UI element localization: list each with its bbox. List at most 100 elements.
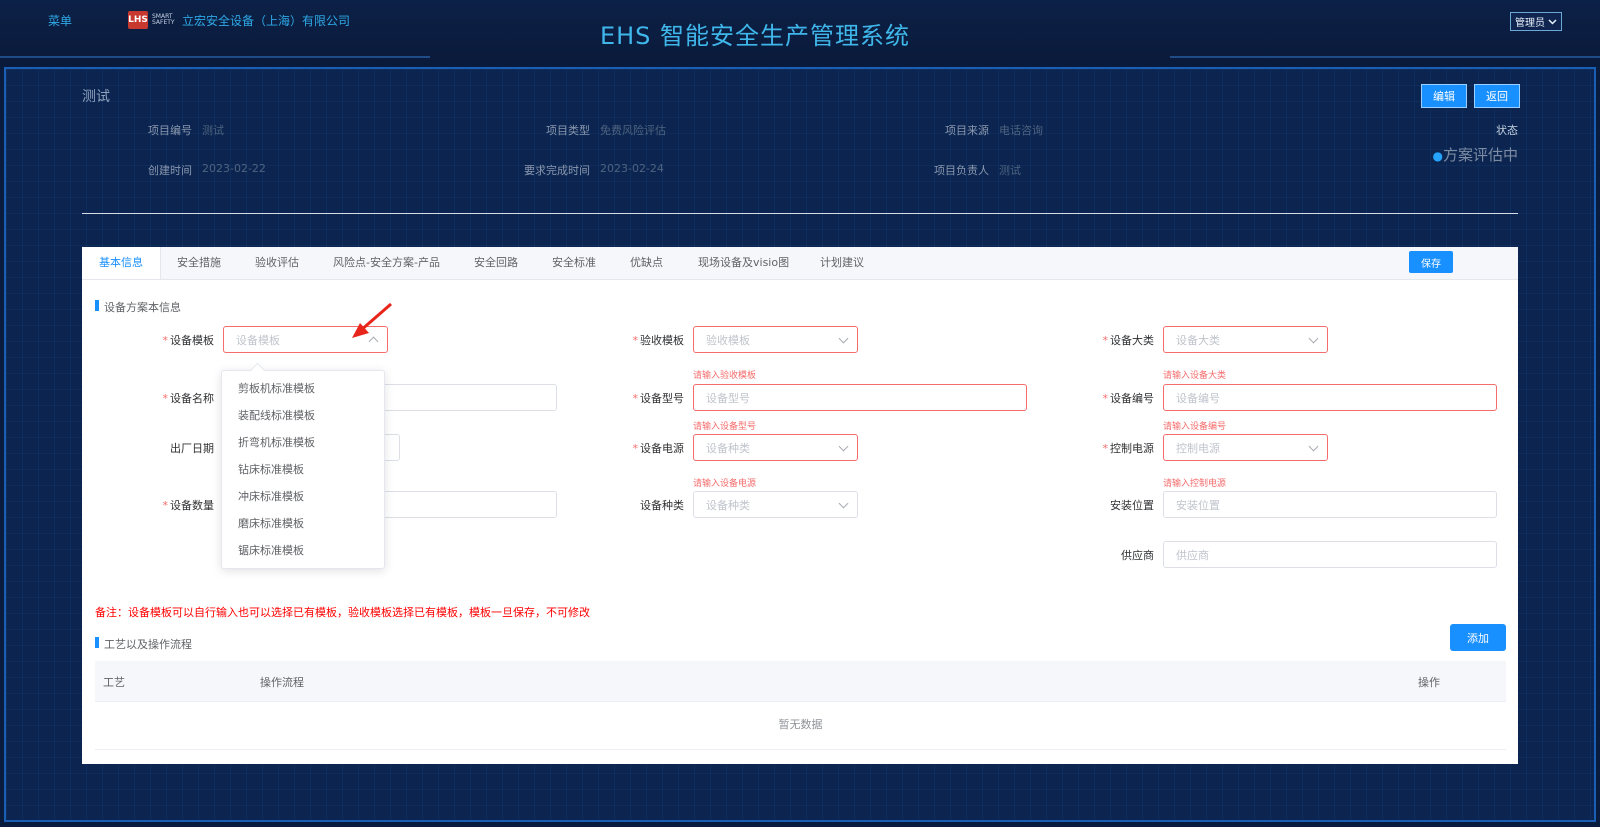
dropdown-option[interactable]: 剪板机标准模板 <box>222 375 384 402</box>
annotation-arrow-icon <box>352 302 392 338</box>
supplier-placeholder: 供应商 <box>1176 548 1209 562</box>
project-source-label: 项目来源 <box>945 124 989 137</box>
header-separator <box>82 213 1518 214</box>
supplier-input[interactable]: 供应商 <box>1163 541 1497 568</box>
template-label: * 设备模板 <box>162 334 215 347</box>
accept-template-error: 请输入验收模板 <box>693 371 757 381</box>
tab-safety-circuit[interactable]: 安全回路 <box>474 247 518 279</box>
dropdown-option[interactable]: 锯床标准模板 <box>222 537 384 564</box>
dropdown-option[interactable]: 冲床标准模板 <box>222 483 384 510</box>
project-type-label: 项目类型 <box>546 124 590 137</box>
category-label: * 设备大类 <box>1102 334 1155 347</box>
dropdown-option[interactable]: 钻床标准模板 <box>222 456 384 483</box>
edit-button[interactable]: 编辑 <box>1421 84 1467 108</box>
project-number-value: 测试 <box>202 124 224 137</box>
chevron-down-icon <box>838 441 849 452</box>
chevron-down-icon <box>1548 18 1557 25</box>
column-header-process: 工艺 <box>103 676 125 689</box>
accept-template-placeholder: 验收模板 <box>706 333 750 347</box>
model-placeholder: 设备型号 <box>706 391 750 405</box>
required-mark: * <box>162 334 169 347</box>
name-label: * 设备名称 <box>162 392 215 405</box>
column-header-action: 操作 <box>1418 676 1440 689</box>
number-input[interactable]: 设备编号 <box>1163 384 1497 411</box>
number-error: 请输入设备编号 <box>1163 422 1227 432</box>
user-menu-button[interactable]: 管理员 <box>1510 12 1562 31</box>
control-power-label: * 控制电源 <box>1102 442 1155 455</box>
number-label: * 设备编号 <box>1102 392 1155 405</box>
tab-plan-advice[interactable]: 计划建议 <box>820 247 864 279</box>
tab-safety-standard[interactable]: 安全标准 <box>552 247 596 279</box>
control-power-placeholder: 控制电源 <box>1176 441 1220 455</box>
accept-template-label: * 验收模板 <box>632 334 685 347</box>
tab-basic-info[interactable]: 基本信息 <box>82 247 161 279</box>
model-error: 请输入设备型号 <box>693 422 757 432</box>
control-power-error: 请输入控制电源 <box>1163 479 1227 489</box>
location-placeholder: 安装位置 <box>1176 498 1220 512</box>
power-placeholder: 设备种类 <box>706 441 750 455</box>
power-error: 请输入设备电源 <box>693 479 757 489</box>
chevron-down-icon <box>1308 441 1319 452</box>
tab-acceptance[interactable]: 验收评估 <box>255 247 299 279</box>
back-button[interactable]: 返回 <box>1474 84 1520 108</box>
project-title: 测试 <box>82 89 110 105</box>
table-header: 工艺 操作流程 操作 <box>95 661 1506 702</box>
chevron-down-icon <box>1308 333 1319 344</box>
dropdown-option[interactable]: 折弯机标准模板 <box>222 429 384 456</box>
dropdown-option[interactable]: 装配线标准模板 <box>222 402 384 429</box>
project-owner-label: 项目负责人 <box>934 164 989 177</box>
tab-site-equipment[interactable]: 现场设备及visio图 <box>698 247 789 279</box>
user-label: 管理员 <box>1515 18 1545 29</box>
created-time-label: 创建时间 <box>148 164 192 177</box>
tab-safety-measures[interactable]: 安全措施 <box>177 247 221 279</box>
accept-template-select[interactable]: 验收模板 <box>693 326 858 353</box>
date-label: 出厂日期 <box>170 442 214 455</box>
kind-label: 设备种类 <box>640 499 684 512</box>
status-value: 方案评估中 <box>1442 146 1518 164</box>
process-section-title: 工艺以及操作流程 <box>95 636 192 652</box>
project-owner-value: 测试 <box>999 164 1021 177</box>
kind-placeholder: 设备种类 <box>706 498 750 512</box>
equipment-section-title: 设备方案本信息 <box>95 299 181 315</box>
project-type-value: 免费风险评估 <box>600 124 666 137</box>
category-placeholder: 设备大类 <box>1176 333 1220 347</box>
model-label: * 设备型号 <box>632 392 685 405</box>
chevron-down-icon <box>838 333 849 344</box>
category-select[interactable]: 设备大类 <box>1163 326 1328 353</box>
control-power-select[interactable]: 控制电源 <box>1163 434 1328 461</box>
kind-select[interactable]: 设备种类 <box>693 491 858 518</box>
due-time-label: 要求完成时间 <box>524 164 590 177</box>
supplier-label: 供应商 <box>1121 549 1154 562</box>
top-bar: 菜单 LHS SMART SAFETY 立宏安全设备（上海）有限公司 EHS 智… <box>0 0 1600 66</box>
status-label: 状态 <box>1496 124 1518 137</box>
template-note: 备注：设备模板可以自行输入也可以选择已有模板，验收模板选择已有模板，模板一旦保存… <box>95 606 590 619</box>
project-source-value: 电话咨询 <box>999 124 1043 137</box>
save-button[interactable]: 保存 <box>1409 251 1453 273</box>
tab-bar: 基本信息 安全措施 验收评估 风险点-安全方案-产品 安全回路 安全标准 优缺点… <box>82 247 1518 280</box>
project-number-label: 项目编号 <box>148 124 192 137</box>
dropdown-option[interactable]: 磨床标准模板 <box>222 510 384 537</box>
form-card: 基本信息 安全措施 验收评估 风险点-安全方案-产品 安全回路 安全标准 优缺点… <box>82 247 1518 764</box>
template-dropdown: 剪板机标准模板 装配线标准模板 折弯机标准模板 钻床标准模板 冲床标准模板 磨床… <box>221 370 385 569</box>
due-time-value: 2023-02-24 <box>600 162 664 175</box>
quantity-label: * 设备数量 <box>162 499 215 512</box>
power-select[interactable]: 设备种类 <box>693 434 858 461</box>
chevron-down-icon <box>838 498 849 509</box>
template-placeholder: 设备模板 <box>236 333 280 347</box>
table-empty-text: 暂无数据 <box>95 701 1506 750</box>
location-input[interactable]: 安装位置 <box>1163 491 1497 518</box>
column-header-flow: 操作流程 <box>260 676 304 689</box>
tab-pros-cons[interactable]: 优缺点 <box>630 247 663 279</box>
add-button[interactable]: 添加 <box>1450 624 1506 651</box>
model-input[interactable]: 设备型号 <box>693 384 1027 411</box>
tab-risk-solution[interactable]: 风险点-安全方案-产品 <box>333 247 440 279</box>
header-divider-right <box>1170 56 1600 58</box>
number-placeholder: 设备编号 <box>1176 391 1220 405</box>
category-error: 请输入设备大类 <box>1163 371 1227 381</box>
status-badge: ●方案评估中 <box>1433 144 1519 165</box>
status-dot-icon: ● <box>1432 149 1443 163</box>
system-title: EHS 智能安全生产管理系统 <box>599 22 911 50</box>
created-time-value: 2023-02-22 <box>202 162 266 175</box>
power-label: * 设备电源 <box>632 442 685 455</box>
location-label: 安装位置 <box>1110 499 1154 512</box>
